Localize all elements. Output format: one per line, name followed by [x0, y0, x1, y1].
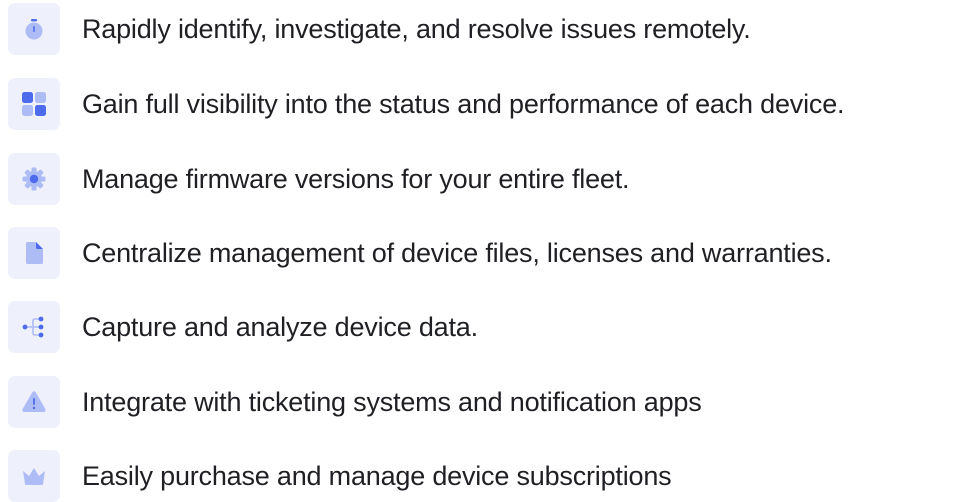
document-icon [8, 227, 60, 279]
gear-icon [8, 153, 60, 205]
stopwatch-icon [8, 3, 60, 55]
feature-text: Easily purchase and manage device subscr… [82, 460, 672, 491]
feature-item: Centralize management of device files, l… [8, 227, 832, 279]
feature-text: Capture and analyze device data. [82, 311, 478, 342]
dashboard-grid-icon [8, 78, 60, 130]
feature-item: Capture and analyze device data. [8, 301, 478, 353]
feature-text: Centralize management of device files, l… [82, 237, 832, 268]
data-flow-icon [8, 301, 60, 353]
feature-item: Easily purchase and manage device subscr… [8, 450, 672, 502]
feature-text: Rapidly identify, investigate, and resol… [82, 13, 751, 44]
feature-text: Manage firmware versions for your entire… [82, 163, 630, 194]
feature-item: Manage firmware versions for your entire… [8, 153, 630, 205]
feature-item: Rapidly identify, investigate, and resol… [8, 3, 751, 55]
feature-text: Gain full visibility into the status and… [82, 88, 845, 119]
crown-icon [8, 450, 60, 502]
warning-triangle-icon [8, 376, 60, 428]
feature-text: Integrate with ticketing systems and not… [82, 386, 702, 417]
feature-item: Integrate with ticketing systems and not… [8, 376, 702, 428]
feature-item: Gain full visibility into the status and… [8, 78, 845, 130]
